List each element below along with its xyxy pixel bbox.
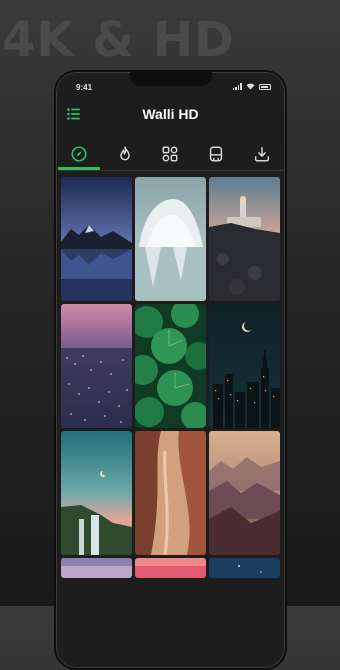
wallpaper-tile-city-night[interactable] (61, 304, 132, 428)
tab-explore[interactable] (56, 138, 102, 170)
categories-icon (163, 146, 178, 162)
tab-popular[interactable] (102, 138, 148, 170)
phone-frame: 9:41 Walli HD (54, 70, 287, 670)
app-title: Walli HD (142, 106, 199, 122)
wallpaper-tile-canyon[interactable] (135, 431, 206, 555)
wallpaper-tile-partial-2[interactable] (135, 558, 206, 578)
mountain-lake-image (61, 177, 132, 301)
iceberg-image (135, 177, 206, 301)
download-icon (255, 146, 270, 162)
wallpaper-tile-skyline[interactable] (209, 304, 280, 428)
signal-icon (232, 83, 242, 90)
waterfall-image (61, 431, 132, 555)
tab-bar (56, 138, 285, 170)
status-bar: 9:41 (56, 72, 285, 96)
lighthouse-image (209, 177, 280, 301)
wallpaper-tile-leaves[interactable] (135, 304, 206, 428)
wallpaper-tile-iceberg[interactable] (135, 177, 206, 301)
tab-categories[interactable] (148, 138, 194, 170)
notch (130, 72, 212, 86)
skyline-image (209, 304, 280, 428)
bookmark-icon (210, 146, 223, 162)
battery-icon (259, 83, 271, 90)
partial-image-3 (209, 558, 280, 578)
partial-image-1 (61, 558, 132, 578)
tab-collections[interactable] (193, 138, 239, 170)
status-time: 9:41 (76, 83, 93, 92)
wallpaper-tile-mountain-lake[interactable] (61, 177, 132, 301)
app-bar: Walli HD (56, 100, 285, 130)
mountains-image (209, 431, 280, 555)
canyon-image (135, 431, 206, 555)
city-night-image (61, 304, 132, 428)
leaves-image (135, 304, 206, 428)
wallpaper-tile-partial-3[interactable] (209, 558, 280, 578)
wallpaper-tile-waterfall[interactable] (61, 431, 132, 555)
status-icons (232, 83, 271, 90)
flame-icon (119, 146, 130, 161)
tab-downloads[interactable] (239, 138, 285, 170)
wallpaper-grid (61, 177, 283, 668)
wallpaper-tile-partial-1[interactable] (61, 558, 132, 578)
compass-icon (71, 146, 87, 162)
tab-divider (56, 170, 285, 171)
wifi-icon (246, 83, 255, 90)
promo-headline: 4K & HD (2, 12, 235, 68)
wallpaper-tile-lighthouse[interactable] (209, 177, 280, 301)
wallpaper-tile-mountains[interactable] (209, 431, 280, 555)
partial-image-2 (135, 558, 206, 578)
